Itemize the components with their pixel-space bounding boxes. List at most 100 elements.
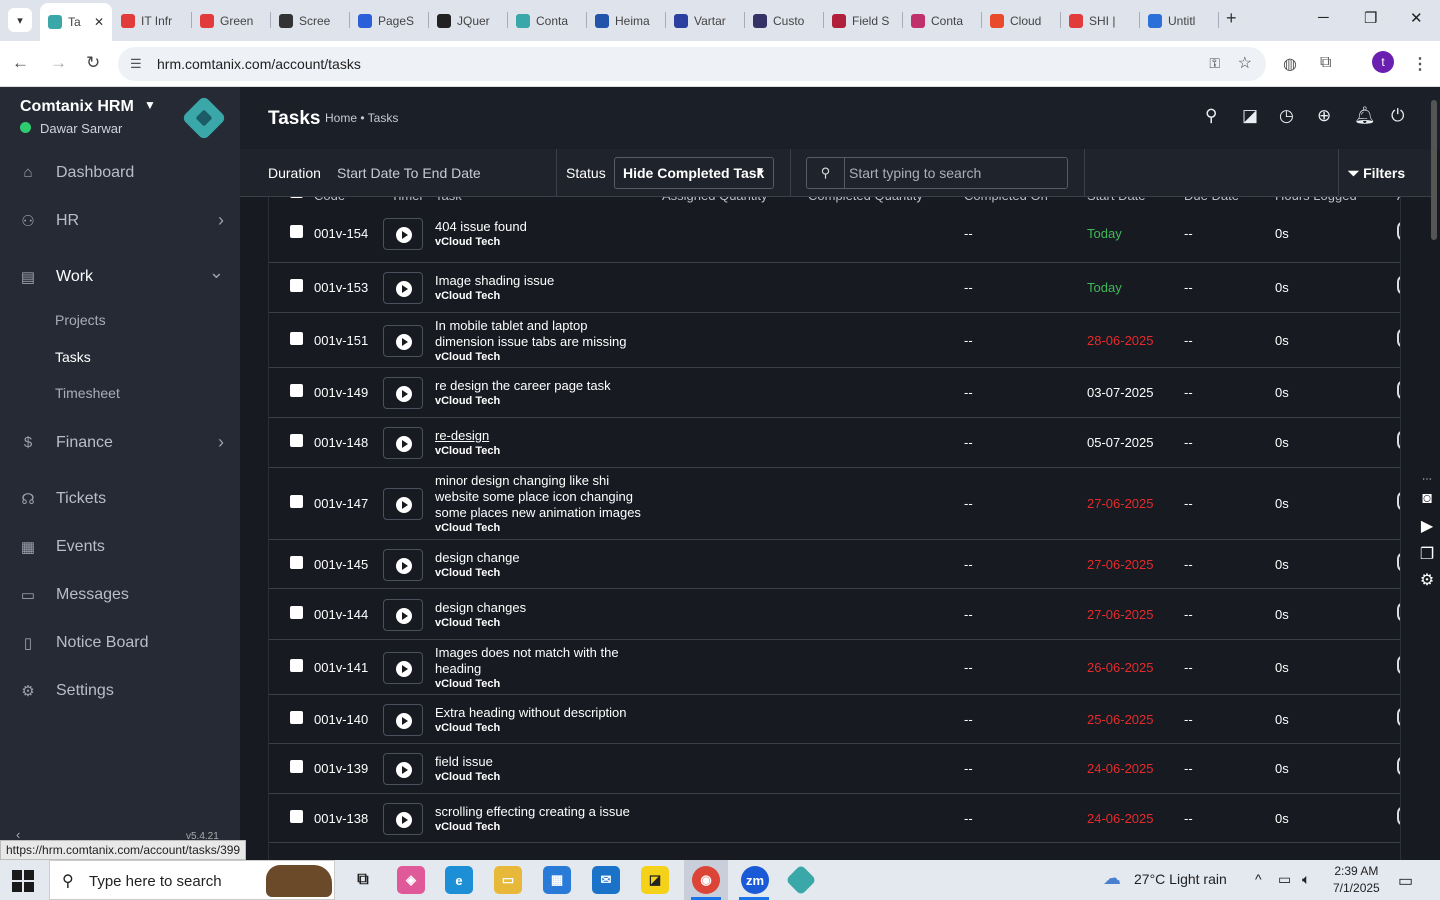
task-code[interactable]: 001v-151 — [314, 333, 368, 348]
task-name[interactable]: In mobile tablet and laptop — [435, 318, 665, 334]
minimize-icon[interactable]: ─ — [1318, 9, 1329, 26]
task-name[interactable]: minor design changing like shi — [435, 473, 665, 489]
start-timer-button[interactable] — [383, 272, 423, 304]
browser-tab[interactable]: Cloud — [982, 6, 1060, 35]
comtanix-app-icon[interactable] — [785, 864, 817, 896]
window-close-icon[interactable]: ✕ — [1410, 9, 1423, 27]
start-timer-button[interactable] — [383, 218, 423, 250]
task-code[interactable]: 001v-153 — [314, 280, 368, 295]
browser-tab[interactable]: Green — [192, 6, 270, 35]
table-row[interactable]: 001v-144 design changes vCloud Tech -- 27-06… — [269, 589, 1400, 640]
sidebar-item-settings[interactable]: ⚙ Settings — [0, 672, 240, 712]
browser-tab[interactable]: Conta — [508, 6, 586, 35]
start-timer-button[interactable] — [383, 753, 423, 785]
browser-tab[interactable]: Vartar — [666, 6, 744, 35]
row-action-icon[interactable] — [1397, 275, 1400, 295]
column-header[interactable]: Code — [314, 197, 345, 203]
file-explorer-icon[interactable]: ▭ — [494, 866, 522, 894]
task-project[interactable]: vCloud Tech — [435, 444, 665, 458]
task-project[interactable]: vCloud Tech — [435, 616, 665, 630]
video-icon[interactable]: ▶ — [1414, 516, 1440, 536]
table-row[interactable]: 001v-145 design change vCloud Tech -- 27-06-… — [269, 540, 1400, 589]
url-field[interactable]: ☰ hrm.comtanix.com/account/tasks ⚿ ☆ — [118, 47, 1266, 81]
task-code[interactable]: 001v-145 — [314, 557, 368, 572]
table-row[interactable]: 001v-147 minor design changing like shi we… — [269, 468, 1400, 540]
sidebar-subitem-projects[interactable]: Projects — [55, 312, 106, 328]
task-name[interactable]: design change — [435, 550, 665, 566]
task-view-icon[interactable]: ⧉ — [349, 866, 377, 894]
browser-tab[interactable]: Custo — [745, 6, 823, 35]
reload-icon[interactable]: ↻ — [86, 53, 100, 73]
row-action-icon[interactable] — [1397, 601, 1400, 622]
task-project[interactable]: vCloud Tech — [435, 235, 665, 249]
table-row[interactable]: 001v-149 re design the career page task vC… — [269, 368, 1400, 418]
task-project[interactable]: vCloud Tech — [435, 820, 665, 834]
browser-tab[interactable]: Ta ✕ — [40, 3, 112, 41]
profile-avatar[interactable]: t — [1372, 51, 1394, 73]
row-checkbox[interactable] — [290, 331, 303, 345]
browser-tab[interactable]: Field S — [824, 6, 902, 35]
task-project[interactable]: vCloud Tech — [435, 350, 665, 364]
start-timer-button[interactable] — [383, 548, 423, 581]
task-code[interactable]: 001v-154 — [314, 226, 368, 241]
bookmark-star-icon[interactable]: ☆ — [1238, 53, 1252, 73]
table-row[interactable]: 001v-139 field issue vCloud Tech -- 24-06-20… — [269, 744, 1400, 794]
start-timer-button[interactable] — [383, 651, 423, 684]
task-name[interactable]: 404 issue found — [435, 219, 665, 235]
sidebar-item-work[interactable]: ▤ Work ⌄ — [0, 258, 240, 298]
row-action-icon[interactable] — [1397, 706, 1400, 727]
windows-start-icon[interactable] — [12, 870, 34, 892]
column-header[interactable]: Due Date — [1184, 197, 1239, 203]
browser-tab[interactable]: Scree — [271, 6, 349, 35]
task-name[interactable]: re design the career page task — [435, 378, 665, 394]
browser-menu-icon[interactable]: ⋮ — [1412, 54, 1428, 74]
sidebar-item-hr[interactable]: ⚇ HR › — [0, 202, 240, 242]
tab-close-icon[interactable]: ✕ — [94, 15, 104, 29]
column-header[interactable]: Start Date — [1087, 197, 1146, 203]
search-icon[interactable]: ⚲ — [1205, 106, 1217, 126]
select-all-checkbox[interactable] — [290, 197, 303, 198]
row-action-icon[interactable] — [1397, 756, 1400, 776]
column-header[interactable]: Completed Quantity — [808, 197, 923, 203]
start-timer-button[interactable] — [383, 703, 423, 736]
new-tab-button[interactable]: + — [1226, 8, 1237, 29]
restore-icon[interactable]: ❐ — [1364, 9, 1377, 27]
chevron-down-icon[interactable]: ▼ — [144, 98, 156, 112]
table-row[interactable]: 001v-140 Extra heading without descriptio… — [269, 695, 1400, 744]
column-header[interactable]: Timer — [391, 197, 424, 203]
table-row[interactable]: 001v-153 Image shading issue vCloud Tech --… — [269, 263, 1400, 313]
row-checkbox[interactable] — [290, 605, 303, 619]
start-timer-button[interactable] — [383, 488, 423, 520]
task-name[interactable]: Image shading issue — [435, 273, 665, 289]
task-name[interactable]: heading — [435, 661, 665, 677]
start-timer-button[interactable] — [383, 377, 423, 409]
sidebar-item-events[interactable]: ▦ Events — [0, 528, 240, 568]
task-code[interactable]: 001v-139 — [314, 761, 368, 776]
column-header[interactable]: Completed On — [964, 197, 1048, 203]
start-timer-button[interactable] — [383, 324, 423, 357]
row-checkbox[interactable] — [290, 434, 303, 447]
sticky-notes-icon[interactable]: ◪ — [641, 866, 669, 894]
table-row[interactable]: contend requirement — [269, 843, 1400, 860]
search-input[interactable] — [849, 162, 1059, 184]
row-action-icon[interactable] — [1397, 551, 1400, 572]
volume-icon[interactable]: 🔈︎ — [1302, 871, 1310, 888]
table-row[interactable]: 001v-141 Images does not match with the he… — [269, 640, 1400, 695]
clock-icon[interactable]: ◷ — [1279, 106, 1294, 126]
sidebar-subitem-tasks[interactable]: Tasks — [55, 349, 91, 365]
sidebar-item-notice-board[interactable]: ▯ Notice Board — [0, 624, 240, 664]
table-row[interactable]: 001v-148 re-design vCloud Tech -- 05-07-2025… — [269, 418, 1400, 468]
site-info-icon[interactable]: ☰ — [130, 56, 142, 72]
task-search[interactable]: ⚲ — [806, 157, 1068, 189]
page-scrollbar[interactable] — [1431, 100, 1437, 240]
row-action-icon[interactable] — [1397, 430, 1400, 450]
table-row[interactable]: 001v-138 scrolling effecting creating a i… — [269, 794, 1400, 843]
table-row[interactable]: 001v-154 404 issue found vCloud Tech -- Toda… — [269, 205, 1400, 263]
chrome-icon[interactable]: ◉ — [692, 866, 720, 894]
add-circle-icon[interactable]: ⊕ — [1317, 106, 1331, 126]
sidebar-item-finance[interactable]: $ Finance › — [0, 424, 240, 464]
task-name[interactable]: Images does not match with the — [435, 645, 665, 661]
task-name[interactable]: website some place icon changing — [435, 489, 665, 505]
start-timer-button[interactable] — [383, 802, 423, 835]
chevron-up-icon[interactable]: ^ — [1255, 871, 1262, 887]
